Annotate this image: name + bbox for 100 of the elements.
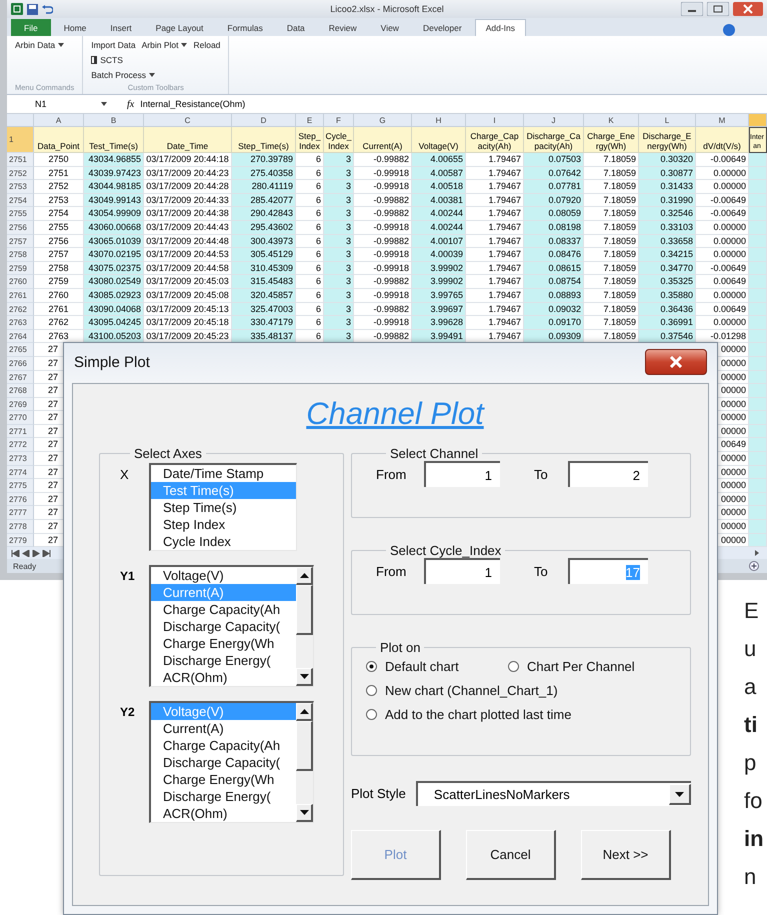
table-cell: 3 — [324, 316, 354, 330]
ribbon-tab[interactable]: Add-Ins — [474, 19, 526, 36]
app-icon[interactable] — [11, 3, 23, 15]
list-item[interactable]: Charge Capacity(Ah — [151, 601, 296, 618]
table-cell: 43070.02195 — [84, 248, 144, 262]
axis-list[interactable]: Date/Time Stamp Test Time(s) Step Time(s) Step Index Cycle Index — [149, 463, 297, 551]
ribbon-tab[interactable]: View — [370, 19, 410, 36]
radio-icon[interactable] — [366, 685, 377, 696]
document-icon — [91, 56, 98, 64]
ribbon-tab[interactable]: Home — [52, 19, 98, 36]
column-header[interactable]: J — [524, 114, 584, 127]
ribbon-button[interactable]: Import Data — [91, 40, 136, 50]
dialog-button[interactable]: Next >> — [581, 830, 671, 880]
input-field[interactable]: 1 — [424, 558, 500, 584]
radio-icon[interactable] — [508, 661, 519, 672]
table-cell — [749, 452, 767, 466]
close-button[interactable] — [645, 349, 707, 375]
list-item[interactable]: Discharge Energy( — [151, 788, 296, 805]
formula-field[interactable]: Internal_Resistance(Ohm) — [140, 99, 246, 109]
column-header[interactable]: C — [144, 114, 232, 127]
column-header[interactable]: B — [84, 114, 144, 127]
input-field[interactable]: 2 — [568, 461, 648, 487]
function-label[interactable]: fx — [127, 98, 134, 110]
close-icon[interactable] — [733, 2, 763, 16]
axis-label: Y1 — [120, 568, 136, 583]
input-field[interactable]: 1 — [424, 461, 500, 487]
list-item[interactable]: ACR(Ohm) — [151, 805, 296, 822]
column-header[interactable]: K — [584, 114, 639, 127]
table-cell — [749, 180, 767, 194]
radio-icon[interactable] — [366, 709, 377, 720]
maximize-icon[interactable] — [707, 2, 729, 16]
column-header[interactable]: L — [639, 114, 696, 127]
ribbon-button[interactable]: SCTS — [91, 55, 123, 65]
ribbon-tab[interactable]: Formulas — [216, 19, 274, 36]
list-item[interactable]: Step Index — [151, 516, 296, 533]
ribbon-tab[interactable]: File — [11, 19, 51, 36]
list-item[interactable]: Discharge Energy( — [151, 652, 296, 669]
ribbon-tab[interactable]: Insert — [99, 19, 143, 36]
ribbon-button[interactable]: Arbin Data — [15, 40, 64, 50]
name-box[interactable]: N1 — [7, 99, 107, 109]
list-item[interactable]: Current(A) — [151, 720, 296, 737]
radio-option[interactable]: Add to the chart plotted last time — [366, 707, 572, 722]
list-item[interactable]: Voltage(V) — [151, 567, 296, 584]
axis-list[interactable]: Voltage(V) Current(A) Charge Capacity(Ah Discharge Capacity( Charge Energy(Wh Discharge Energy( ACR(Ohm) — [149, 701, 314, 823]
ribbon-tab[interactable]: Page Layout — [144, 19, 214, 36]
scroll-down-icon[interactable] — [300, 674, 308, 679]
column-header[interactable]: I — [466, 114, 524, 127]
row-number: 2754 — [7, 194, 34, 208]
scroll-up-icon[interactable] — [300, 709, 308, 714]
list-item[interactable]: Discharge Capacity( — [151, 618, 296, 635]
column-header[interactable]: M — [696, 114, 749, 127]
list-item[interactable]: Step Time(s) — [151, 499, 296, 516]
column-header[interactable]: A — [34, 114, 84, 127]
list-item[interactable]: Date/Time Stamp — [151, 465, 296, 482]
table-cell: 0.08059 — [524, 207, 584, 221]
list-item[interactable]: Discharge Capacity( — [151, 754, 296, 771]
column-header[interactable]: H — [412, 114, 466, 127]
scrollbar[interactable] — [296, 703, 313, 822]
plot-style-dropdown[interactable]: ScatterLinesNoMarkers — [416, 781, 691, 806]
ribbon-button[interactable]: Arbin Plot — [142, 40, 188, 50]
ribbon-tab[interactable]: Data — [276, 19, 316, 36]
table-cell: 0.07781 — [524, 180, 584, 194]
group-title: Select Cycle_Index — [389, 543, 502, 558]
radio-option[interactable]: Default chart — [366, 659, 496, 674]
list-item[interactable]: Charge Capacity(Ah — [151, 737, 296, 754]
scrollbar[interactable] — [296, 567, 313, 686]
scroll-thumb[interactable] — [296, 585, 313, 635]
table-cell: 43085.02923 — [84, 288, 144, 303]
axis-label: X — [120, 466, 130, 482]
dropdown-arrow-icon[interactable] — [675, 792, 684, 796]
radio-option[interactable]: New chart (Channel_Chart_1) — [366, 683, 558, 698]
axis-list[interactable]: Voltage(V) Current(A) Charge Capacity(Ah Discharge Capacity( Charge Energy(Wh Discharge Energy( ACR(Ohm) — [149, 565, 314, 687]
undo-icon[interactable] — [42, 4, 53, 14]
ribbon-button[interactable]: Reload — [193, 40, 220, 50]
column-header[interactable]: F — [324, 114, 354, 127]
list-item[interactable]: Charge Energy(Wh — [151, 635, 296, 652]
group-title: Select Axes — [133, 446, 203, 461]
radio-icon[interactable] — [366, 661, 377, 672]
column-header[interactable]: G — [354, 114, 412, 127]
scroll-down-icon[interactable] — [300, 810, 308, 815]
help-icon[interactable] — [723, 24, 735, 36]
ribbon-tab[interactable]: Review — [318, 19, 368, 36]
zoom-in-icon[interactable] — [749, 561, 759, 572]
header-cell: Date_Time — [144, 127, 232, 153]
ribbon-tab[interactable]: Developer — [412, 19, 473, 36]
ribbon-button[interactable]: Batch Process — [91, 70, 156, 80]
row-number: 2762 — [7, 302, 34, 316]
scroll-right-icon[interactable] — [755, 550, 759, 556]
scroll-thumb[interactable] — [296, 721, 313, 771]
minimize-icon[interactable] — [681, 2, 703, 16]
radio-option[interactable]: Chart Per Channel — [508, 659, 638, 674]
list-item[interactable]: ACR(Ohm) — [151, 669, 296, 686]
table-cell — [749, 220, 767, 235]
column-header[interactable]: D — [232, 114, 296, 127]
list-item[interactable]: Charge Energy(Wh — [151, 771, 296, 788]
save-icon[interactable] — [27, 4, 38, 14]
dialog-button[interactable]: Cancel — [466, 830, 556, 880]
row-number: 2776 — [7, 492, 34, 506]
list-item[interactable]: Cycle Index — [151, 533, 296, 550]
column-header[interactable]: E — [296, 114, 324, 127]
